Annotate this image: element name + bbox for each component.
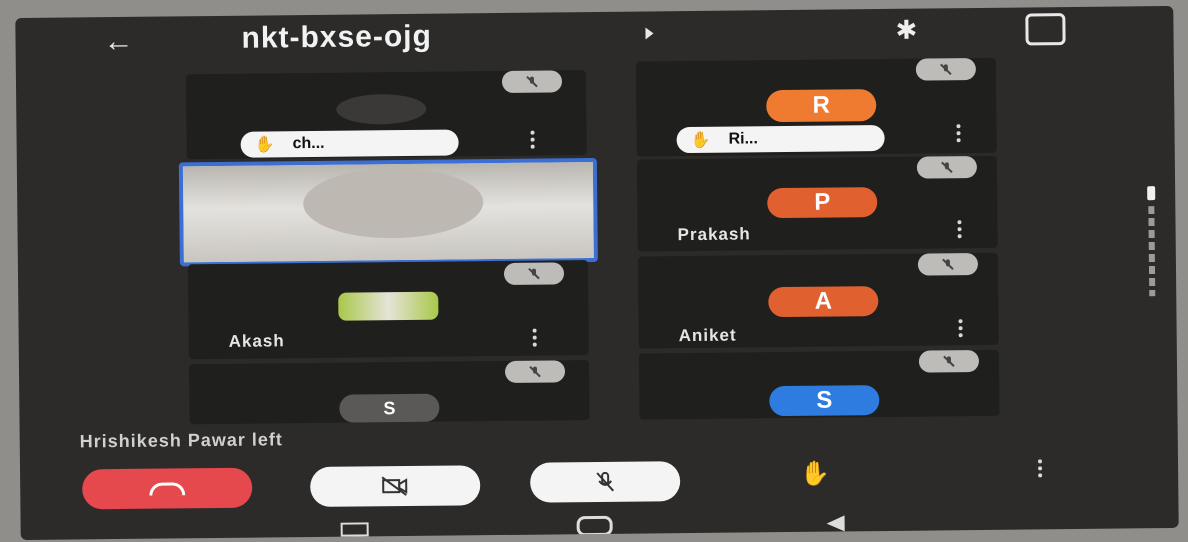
participant-tile[interactable]: R ✋ Ri... xyxy=(635,57,997,157)
switch-camera-icon[interactable] xyxy=(1025,13,1066,46)
recents-nav-button[interactable] xyxy=(340,522,369,537)
more-vert-icon[interactable] xyxy=(956,124,961,143)
raise-hand-icon: ✋ xyxy=(254,136,275,154)
participant-tile[interactable]: ✋ ch... xyxy=(185,70,587,160)
end-call-button[interactable] xyxy=(82,467,253,510)
raise-hand-icon: ✋ xyxy=(690,131,711,150)
participant-name: ch... xyxy=(292,134,325,153)
participant-tile[interactable]: S xyxy=(638,349,1000,420)
mic-off-icon xyxy=(504,360,566,383)
more-vert-icon[interactable] xyxy=(958,319,963,338)
avatar: S xyxy=(339,393,440,423)
end-call-icon xyxy=(149,481,186,496)
participant-tile[interactable]: S xyxy=(188,360,590,425)
participant-name: Prakash xyxy=(677,224,751,245)
avatar xyxy=(336,93,427,125)
camera-toggle-button[interactable] xyxy=(310,465,481,508)
avatar: R xyxy=(766,89,877,123)
mic-off-icon xyxy=(917,253,979,276)
avatar: S xyxy=(769,385,880,417)
participant-name: Akash xyxy=(228,331,285,351)
toast-notification: Hrishikesh Pawar left xyxy=(79,429,283,452)
mic-off-icon xyxy=(501,70,563,93)
participant-name: Aniket xyxy=(678,325,737,346)
mic-off-icon xyxy=(918,350,980,373)
back-nav-button[interactable] xyxy=(826,515,845,532)
raise-hand-icon[interactable]: ✋ xyxy=(800,460,830,489)
avatar: A xyxy=(768,286,879,318)
scrollbar[interactable] xyxy=(1147,186,1156,297)
camera-off-icon xyxy=(381,476,408,496)
participant-tile[interactable]: Akash xyxy=(187,260,589,360)
more-vert-icon[interactable] xyxy=(530,130,535,149)
meet-call-screen: ← nkt-bxse-ojg ✱ ✋ ch... Akash S Hrishik… xyxy=(15,5,1179,541)
mic-off-icon xyxy=(916,156,978,179)
participant-tile[interactable]: P Prakash xyxy=(636,155,998,252)
name-pill: ✋ ch... xyxy=(240,129,459,158)
arrow-left-icon[interactable]: ← xyxy=(103,25,133,58)
top-bar: ← nkt-bxse-ojg ✱ xyxy=(15,6,1173,68)
avatar xyxy=(338,291,439,321)
meeting-code[interactable]: nkt-bxse-ojg xyxy=(241,20,432,56)
mic-off-icon xyxy=(503,262,565,285)
home-nav-button[interactable] xyxy=(576,515,613,537)
more-vert-icon[interactable] xyxy=(1037,459,1043,478)
participant-name: Ri... xyxy=(728,130,758,148)
bluetooth-icon[interactable]: ✱ xyxy=(895,15,917,46)
more-vert-icon[interactable] xyxy=(532,328,537,347)
mic-off-icon xyxy=(596,471,615,492)
active-speaker-tile[interactable] xyxy=(178,157,598,267)
participant-tile[interactable]: A Aniket xyxy=(637,252,999,349)
more-vert-icon[interactable] xyxy=(957,220,962,239)
mic-off-icon xyxy=(915,58,976,81)
mic-toggle-button[interactable] xyxy=(529,461,681,503)
chevron-right-icon[interactable] xyxy=(645,27,654,40)
name-pill: ✋ Ri... xyxy=(676,124,885,154)
avatar: P xyxy=(767,187,878,219)
